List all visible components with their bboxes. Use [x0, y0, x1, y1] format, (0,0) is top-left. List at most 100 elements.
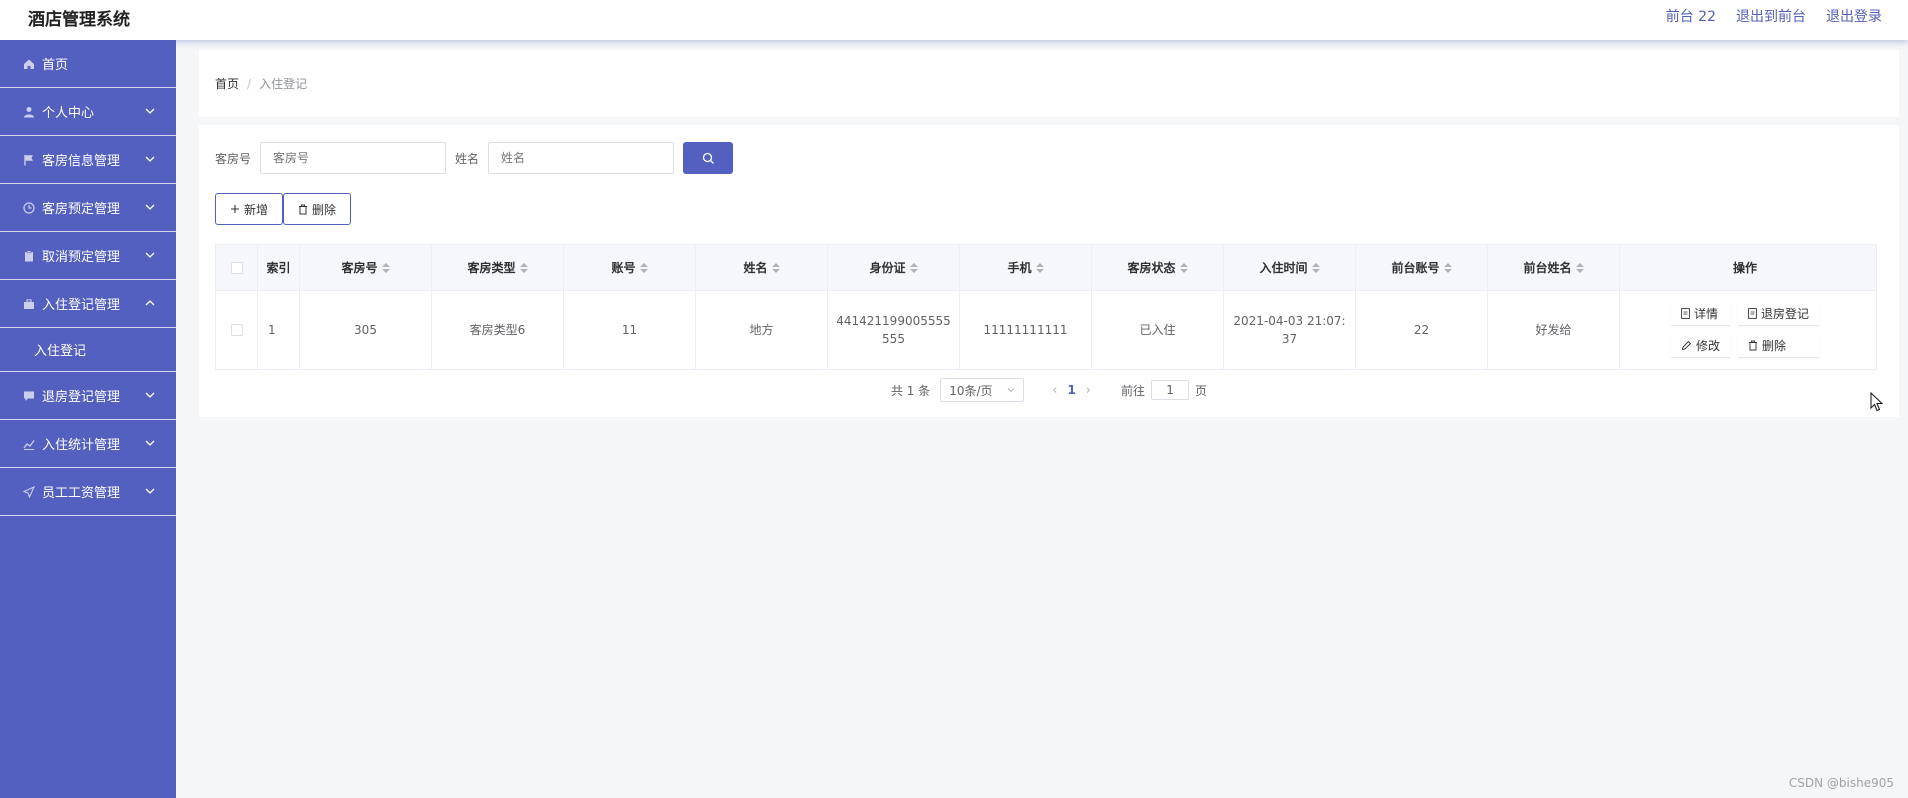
detail-button[interactable]: 详情 — [1670, 302, 1730, 326]
sidebar-item-room-info[interactable]: 客房信息管理 — [0, 136, 176, 184]
cell-actions: 详情 退房登记 修改 删除 — [1620, 291, 1870, 369]
mouse-cursor-icon — [1870, 392, 1884, 412]
trash-icon — [1749, 340, 1757, 351]
delete-button-label: 删除 — [312, 202, 337, 217]
plus-icon — [231, 205, 239, 213]
prev-page-icon[interactable]: ‹ — [1052, 383, 1057, 398]
table-header: 索引 客房号 客房类型 账号 姓名 身份证 手机 客房状态 入住时间 前台账号 … — [216, 245, 1876, 291]
sort-icon[interactable] — [1575, 262, 1584, 273]
column-header-label: 账号 — [611, 261, 636, 275]
chevron-down-icon — [1007, 388, 1015, 393]
sidebar-item-label: 首页 — [42, 58, 69, 73]
goto-label: 前往 — [1121, 383, 1146, 398]
chevron-down-icon — [145, 440, 155, 446]
app-title: 酒店管理系统 — [28, 10, 130, 30]
logout-link[interactable]: 退出登录 — [1826, 6, 1882, 26]
room-number-label: 客房号 — [215, 151, 252, 166]
edit-icon — [1681, 340, 1692, 351]
flag-icon — [22, 153, 36, 167]
page-number-current[interactable]: 1 — [1067, 383, 1075, 397]
checkout-button[interactable]: 退房登记 — [1738, 302, 1820, 326]
sidebar-item-label: 客房预定管理 — [42, 202, 121, 217]
row-checkbox[interactable] — [230, 324, 243, 336]
sidebar-item-label: 入住统计管理 — [42, 438, 121, 453]
sidebar-subitem-checkin[interactable]: 入住登记 — [0, 328, 176, 372]
column-header[interactable]: 客房类型 — [432, 245, 564, 290]
sidebar-item-checkout-management[interactable]: 退房登记管理 — [0, 372, 176, 420]
page-size-select[interactable]: 10条/页 — [940, 378, 1025, 402]
sort-icon[interactable] — [909, 262, 918, 273]
breadcrumb-home[interactable]: 首页 — [215, 75, 239, 92]
column-header[interactable]: 手机 — [960, 245, 1092, 290]
document-icon — [1681, 308, 1690, 319]
column-header: 操作 — [1620, 245, 1870, 290]
watermark: CSDN @bishe905 — [1788, 776, 1894, 790]
sidebar-subitem-label: 入住登记 — [34, 344, 87, 359]
current-user-link[interactable]: 前台 22 — [1666, 6, 1716, 26]
sort-icon[interactable] — [519, 262, 528, 273]
next-page-icon[interactable]: › — [1086, 383, 1091, 398]
sidebar-item-label: 入住登记管理 — [42, 298, 121, 313]
column-header[interactable]: 身份证 — [828, 245, 960, 290]
chat-icon — [22, 389, 36, 403]
sort-icon[interactable] — [381, 262, 390, 273]
detail-button-label: 详情 — [1693, 307, 1718, 321]
column-header[interactable]: 账号 — [564, 245, 696, 290]
column-header[interactable]: 入住时间 — [1224, 245, 1356, 290]
top-bar: 酒店管理系统 前台 22 退出到前台 退出登录 — [0, 0, 1908, 40]
sidebar-item-cancel-booking[interactable]: 取消预定管理 — [0, 232, 176, 280]
column-header-label: 客房状态 — [1127, 261, 1176, 275]
cell-room: 305 — [300, 291, 432, 369]
sort-icon[interactable] — [771, 262, 780, 273]
sort-icon[interactable] — [639, 262, 648, 273]
column-header[interactable]: 前台姓名 — [1488, 245, 1620, 290]
pagination-total: 共 1 条 — [890, 383, 931, 398]
name-input[interactable] — [488, 142, 675, 174]
document-icon — [1748, 308, 1757, 319]
delete-button[interactable]: 删除 — [283, 193, 352, 225]
column-header[interactable]: 前台账号 — [1356, 245, 1488, 290]
cell-account: 11 — [564, 291, 696, 369]
column-header-label: 身份证 — [869, 261, 906, 275]
sort-icon[interactable] — [1443, 262, 1452, 273]
select-all-checkbox[interactable] — [230, 261, 243, 274]
sidebar-item-label: 客房信息管理 — [42, 154, 121, 169]
sidebar-item-checkin-management[interactable]: 入住登记管理 — [0, 280, 176, 328]
column-header-label: 前台姓名 — [1523, 261, 1572, 275]
top-links: 前台 22 退出到前台 退出登录 — [1666, 6, 1882, 26]
sort-icon[interactable] — [1035, 262, 1044, 273]
edit-button[interactable]: 修改 — [1670, 334, 1730, 358]
exit-to-front-link[interactable]: 退出到前台 — [1736, 6, 1806, 26]
breadcrumb-current: 入住登记 — [259, 77, 308, 91]
cell-phone: 11111111111 — [960, 291, 1092, 369]
sort-icon[interactable] — [1179, 262, 1188, 273]
column-header-label: 入住时间 — [1259, 261, 1308, 275]
sidebar-item-label: 个人中心 — [42, 106, 95, 121]
sort-icon[interactable] — [1311, 262, 1320, 273]
column-header[interactable]: 客房号 — [300, 245, 432, 290]
sidebar-item-label: 取消预定管理 — [42, 250, 121, 265]
sidebar-item-room-booking[interactable]: 客房预定管理 — [0, 184, 176, 232]
sidebar: 首页 个人中心 客房信息管理 客房预定管理 取消预定管理 入住登记管理 入住登记… — [0, 40, 176, 798]
search-button[interactable] — [683, 142, 734, 174]
room-number-input[interactable] — [260, 142, 447, 174]
column-header[interactable]: 客房状态 — [1092, 245, 1224, 290]
sidebar-item-checkin-stats[interactable]: 入住统计管理 — [0, 420, 176, 468]
chevron-down-icon — [145, 156, 155, 162]
add-button[interactable]: 新增 — [215, 193, 284, 225]
column-header-label: 客房号 — [341, 261, 378, 275]
home-icon — [22, 57, 36, 71]
suitcase-icon — [22, 297, 36, 311]
cell-desk-account: 22 — [1356, 291, 1488, 369]
chevron-down-icon — [145, 252, 155, 258]
name-label: 姓名 — [455, 151, 480, 166]
sidebar-item-personal-center[interactable]: 个人中心 — [0, 88, 176, 136]
column-header[interactable]: 姓名 — [696, 245, 828, 290]
sidebar-item-home[interactable]: 首页 — [0, 40, 176, 88]
row-delete-button[interactable]: 删除 — [1738, 334, 1820, 358]
goto-page-input[interactable] — [1151, 380, 1190, 400]
row-actions: 详情 退房登记 修改 删除 — [1670, 302, 1820, 358]
send-icon — [22, 485, 36, 499]
sidebar-item-salary-management[interactable]: 员工工资管理 — [0, 468, 176, 516]
cell-name: 地方 — [696, 291, 828, 369]
